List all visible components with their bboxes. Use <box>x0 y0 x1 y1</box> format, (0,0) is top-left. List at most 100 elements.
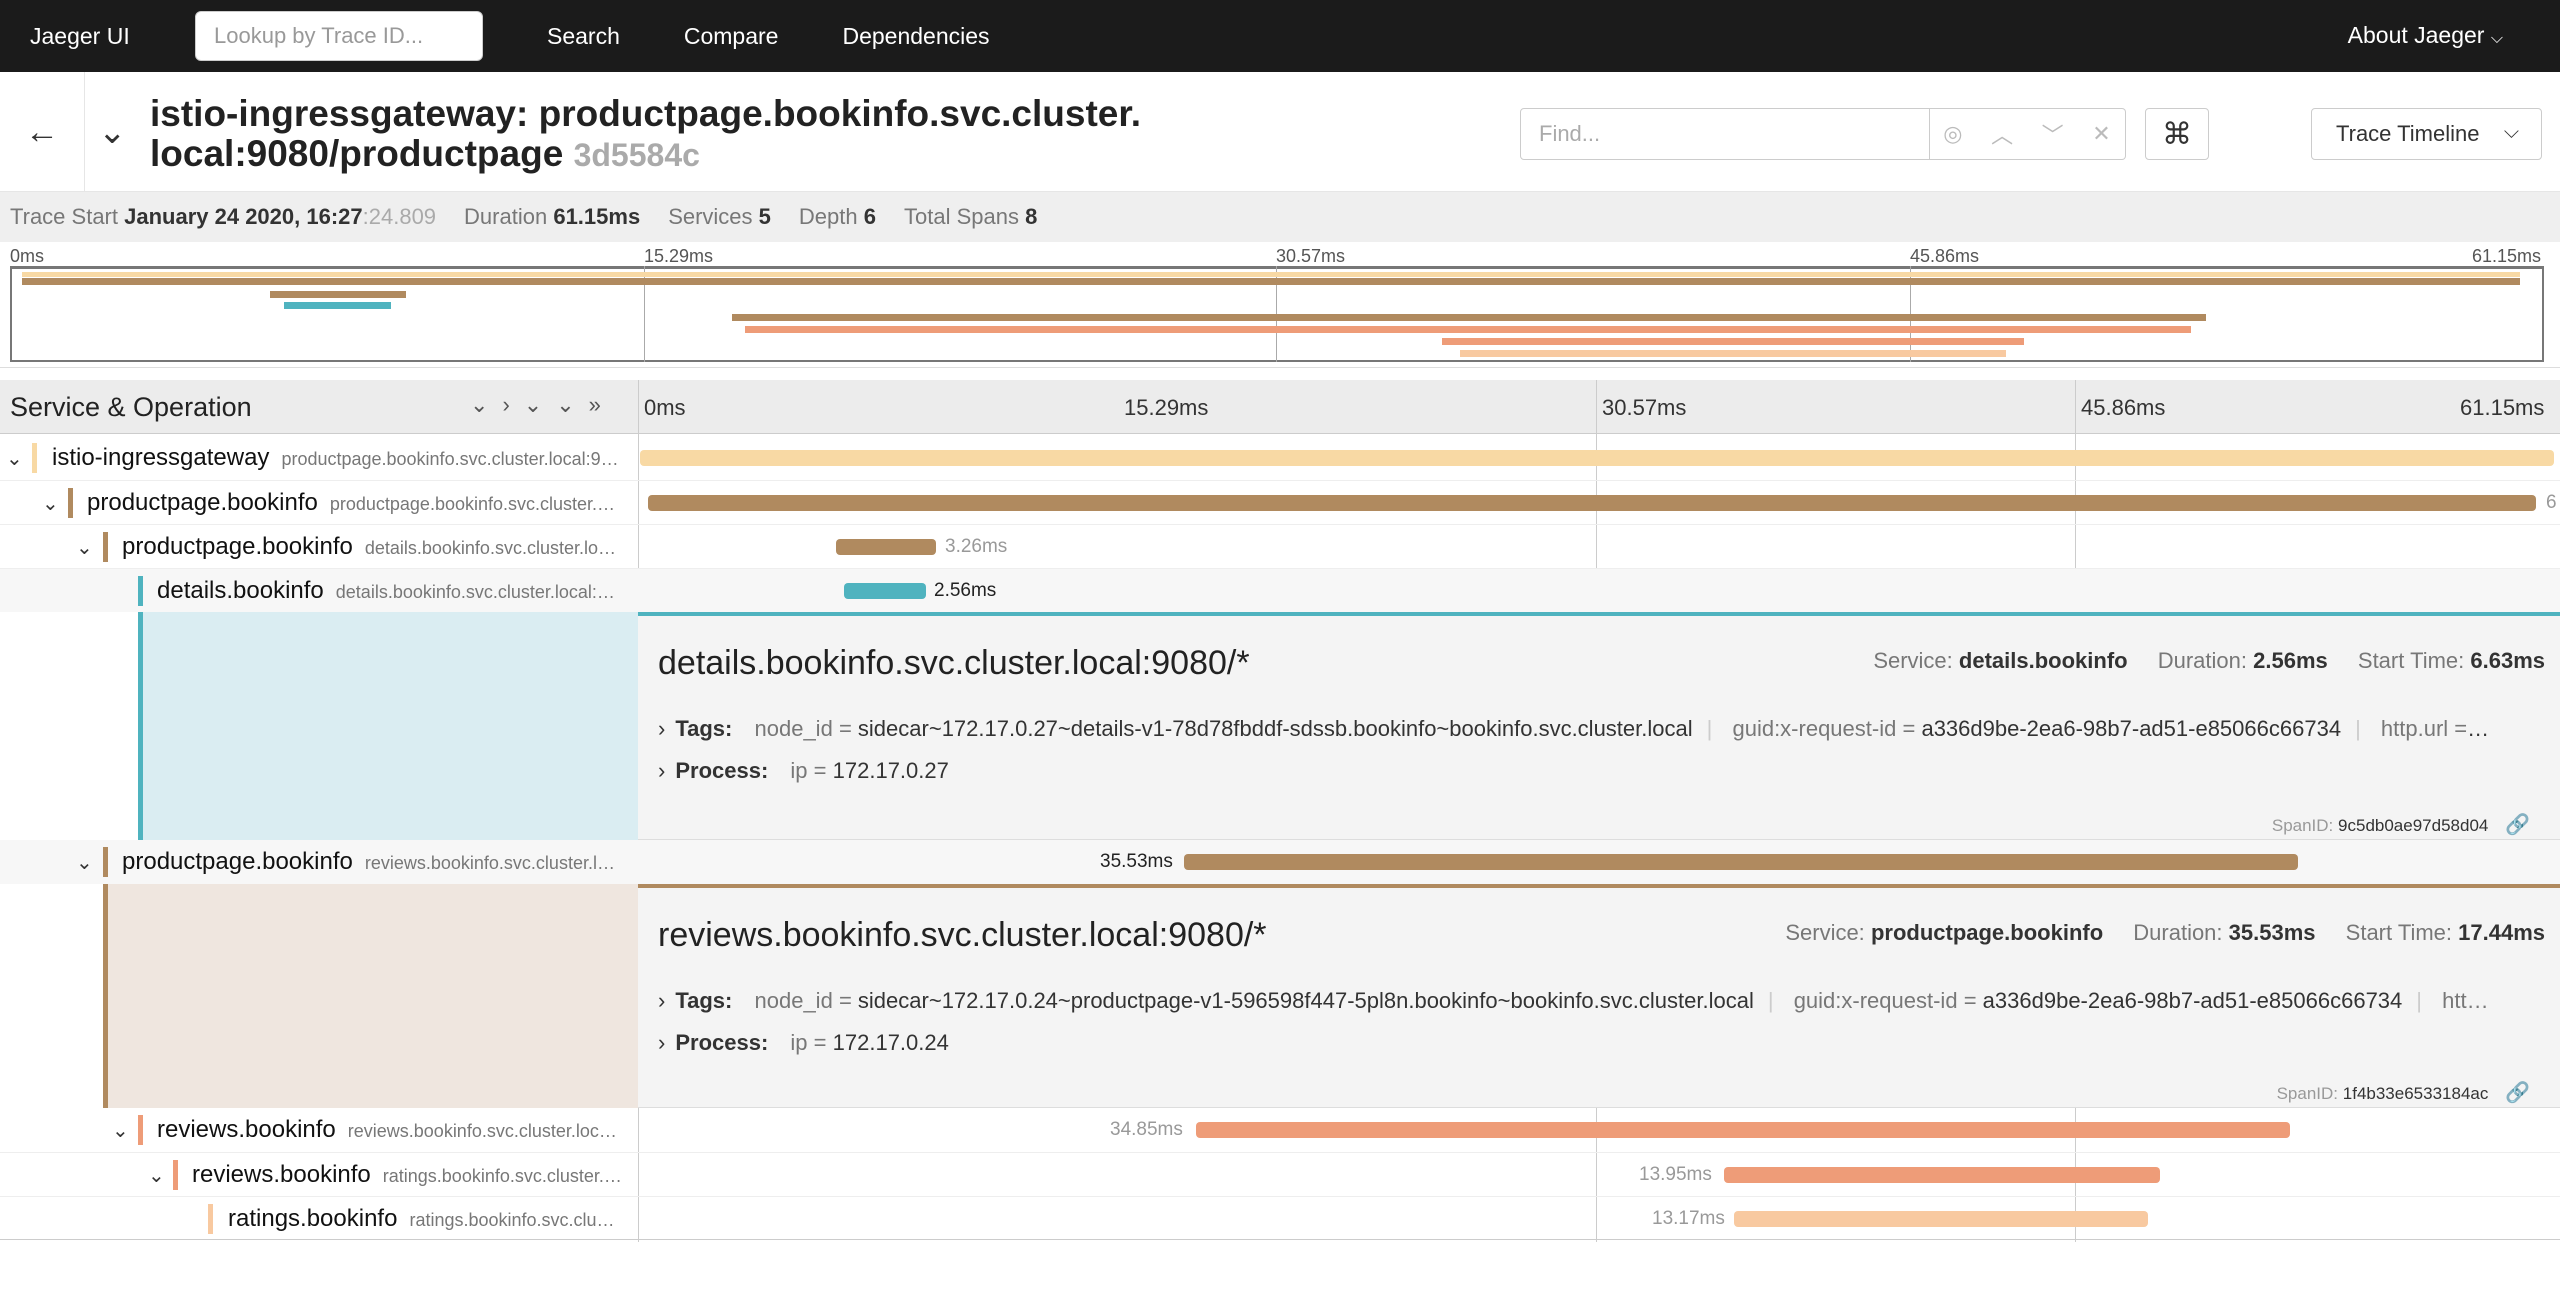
detail-title: details.bookinfo.svc.cluster.local:9080/… <box>658 644 1250 682</box>
chevron-up-icon[interactable]: ︿ <box>1991 118 2013 150</box>
minimap-span <box>22 278 2520 285</box>
arrow-left-icon: ← <box>25 112 59 151</box>
nav-search[interactable]: Search <box>547 23 620 50</box>
span-bar[interactable] <box>640 450 2554 466</box>
service-color-bar <box>138 576 143 606</box>
detail-meta: Service: productpage.bookinfo Duration: … <box>1785 920 2545 945</box>
span-duration: 13.95ms <box>1639 1164 1712 1185</box>
span-bar[interactable] <box>648 495 2536 511</box>
chevron-down-icon[interactable]: ⌄ <box>42 491 59 516</box>
find-controls: ◎ ︿ ﹀ ✕ <box>1929 108 2126 160</box>
detail-content: reviews.bookinfo.svc.cluster.local:9080/… <box>638 884 2560 1108</box>
chevron-down-icon[interactable]: ﹀ <box>2042 118 2064 150</box>
minimap-span <box>745 326 2191 333</box>
span-name: reviews.bookinfo ratings.bookinfo.svc.clu… <box>192 1161 622 1188</box>
command-icon: ⌘ <box>2162 117 2192 151</box>
minimap-span <box>732 314 2206 321</box>
find-input[interactable]: Find... <box>1520 108 1930 160</box>
service-color-bar <box>138 1115 143 1145</box>
service-color-bar <box>173 1160 178 1190</box>
timeline-tick: 61.15ms <box>2460 395 2545 420</box>
span-row[interactable]: ⌄ productpage.bookinfo reviews.bookinfo.s… <box>0 840 2560 884</box>
chevron-down-icon[interactable]: ⌄ <box>148 1163 165 1188</box>
detail-meta: Service: details.bookinfo Duration: 2.56… <box>1873 648 2545 673</box>
trace-title-line1: istio-ingressgateway: productpage.bookin… <box>150 93 1141 134</box>
span-detail-panel: reviews.bookinfo.svc.cluster.local:9080/… <box>0 884 2560 1108</box>
chevron-right-icon[interactable]: › <box>658 1030 665 1055</box>
chevron-right-icon[interactable]: › <box>502 392 523 417</box>
span-duration: 6 <box>2546 492 2557 513</box>
trace-meta: Trace Start January 24 2020, 16:27:24.80… <box>0 192 2560 242</box>
nav-compare[interactable]: Compare <box>684 23 779 50</box>
locate-icon[interactable]: ◎ <box>1943 121 1962 147</box>
span-name: ratings.bookinfo ratings.bookinfo.svc.clu… <box>228 1205 615 1232</box>
trace-minimap[interactable]: 0ms 15.29ms 30.57ms 45.86ms 61.15ms <box>0 242 2560 368</box>
tags-row[interactable]: › Tags: node_id = sidecar~172.17.0.24~pro… <box>658 988 2538 1014</box>
chevron-down-icon[interactable]: ⌄ <box>112 1118 129 1143</box>
chevron-down-icon[interactable]: ⌄ <box>6 446 23 471</box>
chevron-down-icon[interactable]: ⌄ <box>470 392 502 417</box>
span-bar[interactable] <box>1196 1122 2290 1138</box>
chevron-right-icon[interactable]: › <box>658 988 665 1013</box>
chevron-down-icon[interactable]: ⌄ <box>76 850 93 875</box>
process-row[interactable]: › Process: ip = 172.17.0.24 <box>658 1030 2538 1056</box>
trace-header: ← ⌄ istio-ingressgateway: productpage.bo… <box>0 72 2560 192</box>
view-select-value: Trace Timeline <box>2336 121 2480 146</box>
chevron-down-icon: ⌄ <box>98 113 127 151</box>
service-color-bar <box>32 443 37 473</box>
chevron-down-icon: ⌵ <box>2503 121 2519 143</box>
span-row[interactable]: ⌄ productpage.bookinfo details.bookinfo.s… <box>0 524 2560 568</box>
double-chevron-right-icon[interactable]: » <box>589 392 615 417</box>
span-row[interactable]: ratings.bookinfo ratings.bookinfo.svc.clu… <box>0 1196 2560 1240</box>
minimap-span <box>284 302 391 309</box>
detail-indent <box>0 612 638 840</box>
chevron-right-icon[interactable]: › <box>658 716 665 741</box>
span-name: istio-ingressgateway productpage.bookinfo… <box>52 444 619 471</box>
view-select[interactable]: Trace Timeline ⌵ <box>2311 108 2542 160</box>
tags-row[interactable]: › Tags: node_id = sidecar~172.17.0.27~det… <box>658 716 2538 742</box>
span-bar[interactable] <box>844 583 926 599</box>
brand-logo[interactable]: Jaeger UI <box>30 23 165 50</box>
timeline-tick: 0ms <box>644 395 686 420</box>
span-name: productpage.bookinfo reviews.bookinfo.svc… <box>122 848 615 875</box>
trace-total-spans: Total Spans 8 <box>904 204 1038 229</box>
service-color-bar <box>103 532 108 562</box>
service-color-bar <box>208 1204 213 1234</box>
double-chevron-down-icon[interactable]: ⌄⌄ <box>524 392 589 417</box>
chevron-right-icon[interactable]: › <box>658 758 665 783</box>
about-jaeger-menu[interactable]: About Jaeger ⌵ <box>2348 22 2503 49</box>
process-row[interactable]: › Process: ip = 172.17.0.27 <box>658 758 2538 784</box>
back-button[interactable]: ← <box>0 72 85 192</box>
span-bar[interactable] <box>1724 1167 2160 1183</box>
span-row[interactable]: ⌄ reviews.bookinfo reviews.bookinfo.svc.c… <box>0 1108 2560 1152</box>
nav-dependencies[interactable]: Dependencies <box>842 23 989 50</box>
span-bar[interactable] <box>1734 1211 2148 1227</box>
chevron-down-icon[interactable]: ⌄ <box>76 535 93 560</box>
collapse-header-button[interactable]: ⌄ <box>98 112 127 152</box>
trace-duration: Duration 61.15ms <box>464 204 641 229</box>
span-row[interactable]: ⌄ istio-ingressgateway productpage.bookin… <box>0 436 2560 480</box>
trace-id-lookup-input[interactable]: Lookup by Trace ID... <box>195 11 483 61</box>
link-icon[interactable]: 🔗 <box>2505 1082 2530 1104</box>
minimap-span <box>1442 338 2024 345</box>
span-name: productpage.bookinfo productpage.bookinfo… <box>87 489 616 516</box>
trace-depth: Depth 6 <box>798 204 877 229</box>
span-duration: 34.85ms <box>1110 1119 1183 1140</box>
span-duration: 35.53ms <box>1100 851 1173 872</box>
detail-content: details.bookinfo.svc.cluster.local:9080/… <box>638 612 2560 840</box>
span-bar[interactable] <box>836 539 936 555</box>
span-id: SpanID: 1f4b33e6533184ac 🔗 <box>2276 1082 2530 1104</box>
span-bar[interactable] <box>1184 854 2298 870</box>
trace-title-line2: local:9080/productpage <box>150 133 564 174</box>
service-color-bar <box>68 488 73 518</box>
close-icon[interactable]: ✕ <box>2092 121 2110 147</box>
span-duration: 2.56ms <box>934 580 997 601</box>
link-icon[interactable]: 🔗 <box>2505 814 2530 836</box>
span-row[interactable]: ⌄ reviews.bookinfo ratings.bookinfo.svc.c… <box>0 1152 2560 1196</box>
span-row[interactable]: ⌄ productpage.bookinfo productpage.bookin… <box>0 480 2560 524</box>
timeline-header: Service & Operation ⌄›⌄⌄» 0ms 15.29ms 30… <box>0 380 2560 434</box>
span-duration: 13.17ms <box>1652 1208 1725 1229</box>
span-row[interactable]: details.bookinfo details.bookinfo.svc.clu… <box>0 568 2560 612</box>
keyboard-shortcuts-button[interactable]: ⌘ <box>2145 108 2209 160</box>
span-name: details.bookinfo details.bookinfo.svc.clu… <box>157 577 615 604</box>
